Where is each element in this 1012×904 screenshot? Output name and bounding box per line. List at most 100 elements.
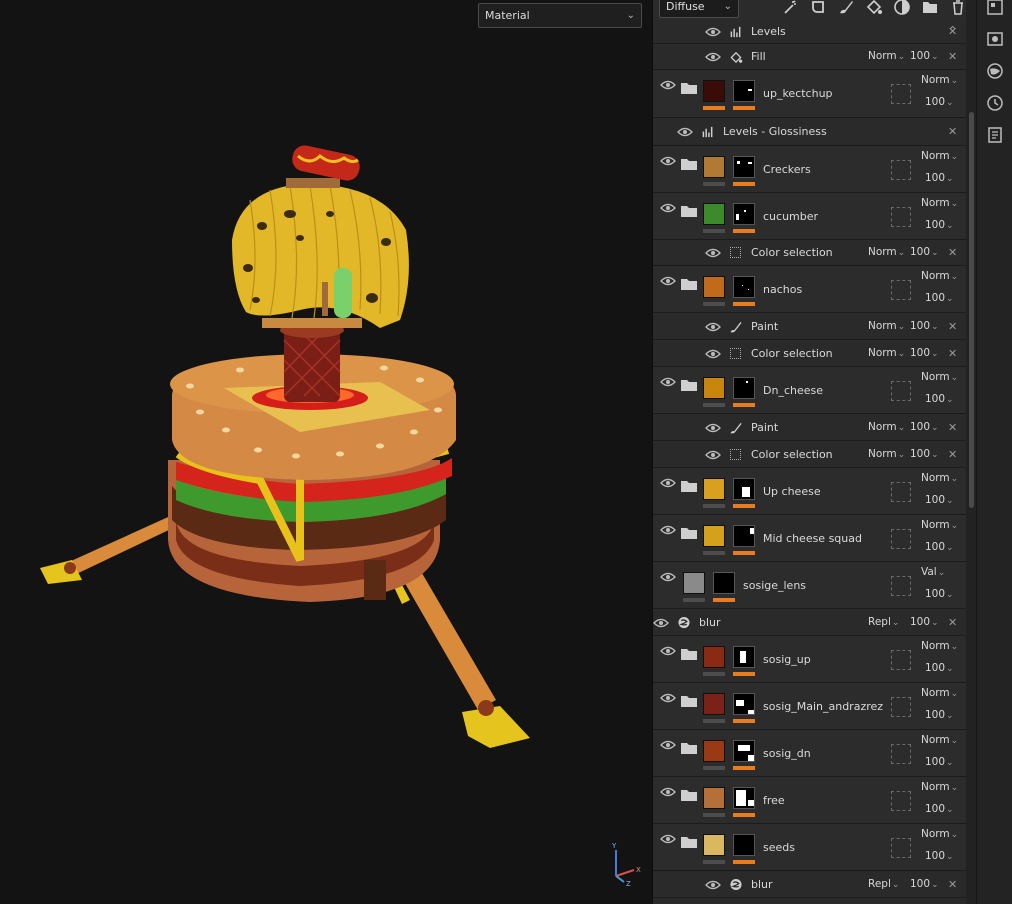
visibility-eye-icon[interactable] — [660, 572, 676, 582]
effect-row[interactable]: blur Repl⌄ 100⌄ ✕ — [653, 871, 966, 898]
3d-viewport[interactable]: Material ⌄ Y X Z — [0, 0, 652, 904]
blend-mode-select[interactable]: Norm⌄ — [921, 519, 958, 531]
layer-mask-thumbnail[interactable] — [733, 203, 755, 225]
effect-row[interactable]: Color selection Norm⌄ 100⌄ ✕ — [653, 240, 966, 266]
visibility-eye-icon[interactable] — [660, 646, 676, 656]
layer-row[interactable]: Mid cheese squad Norm⌄ 100⌄ — [653, 515, 966, 562]
blend-mode-select[interactable]: Norm⌄ — [868, 421, 905, 433]
opacity-field[interactable]: 100⌄ — [925, 292, 954, 304]
layer-mask-thumbnail[interactable] — [733, 276, 755, 298]
close-icon[interactable]: ✕ — [948, 448, 957, 461]
opacity-field[interactable]: 100⌄ — [910, 320, 939, 332]
visibility-eye-icon[interactable] — [653, 618, 669, 628]
layer-name[interactable]: Up cheese — [763, 485, 821, 498]
layer-row[interactable]: Dn_cheese Norm⌄ 100⌄ — [653, 367, 966, 414]
layer-name[interactable]: sosig_up — [763, 653, 811, 666]
history-icon[interactable] — [986, 94, 1004, 112]
blend-mode-select[interactable]: Norm⌄ — [921, 472, 958, 484]
layer-thumbnail[interactable] — [703, 156, 725, 178]
layer-row[interactable]: free Norm⌄ 100⌄ — [653, 777, 966, 824]
blend-mode-select[interactable]: Norm⌄ — [921, 640, 958, 652]
visibility-eye-icon[interactable] — [660, 740, 676, 750]
opacity-field[interactable]: 100⌄ — [910, 246, 939, 258]
visibility-eye-icon[interactable] — [705, 322, 721, 332]
visibility-eye-icon[interactable] — [660, 377, 676, 387]
opacity-field[interactable]: 100⌄ — [925, 172, 954, 184]
layer-mask-thumbnail[interactable] — [733, 478, 755, 500]
opacity-field[interactable]: 100⌄ — [910, 347, 939, 359]
blend-mode-select[interactable]: Norm⌄ — [921, 734, 958, 746]
layer-mask-thumbnail[interactable] — [733, 646, 755, 668]
opacity-field[interactable]: 100⌄ — [910, 448, 939, 460]
layer-row[interactable]: cucumber Norm⌄ 100⌄ — [653, 193, 966, 240]
close-icon[interactable]: ✕ — [948, 50, 957, 63]
opacity-field[interactable]: 100⌄ — [925, 850, 954, 862]
close-icon[interactable]: ✕ — [948, 616, 957, 629]
visibility-eye-icon[interactable] — [705, 248, 721, 258]
effect-row[interactable]: Levels - Glossiness ✕ — [653, 118, 966, 146]
log-icon[interactable] — [986, 126, 1004, 144]
layer-mask-thumbnail[interactable] — [733, 740, 755, 762]
scrollbar-thumb[interactable] — [969, 112, 974, 508]
layer-thumbnail[interactable] — [703, 525, 725, 547]
layer-name[interactable]: Mid cheese squad — [763, 532, 862, 545]
material-dropdown[interactable]: Material ⌄ — [478, 3, 642, 28]
visibility-eye-icon[interactable] — [705, 423, 721, 433]
effect-row[interactable]: Color selection Norm⌄ 100⌄ ✕ — [653, 340, 966, 367]
opacity-field[interactable]: 100⌄ — [910, 50, 939, 62]
layer-mask-thumbnail[interactable] — [733, 525, 755, 547]
layer-row[interactable]: sosig_up Norm⌄ 100⌄ — [653, 636, 966, 683]
blend-mode-select[interactable]: Norm⌄ — [868, 448, 905, 460]
close-icon[interactable]: ✕ — [948, 878, 957, 891]
layer-mask-thumbnail[interactable] — [733, 787, 755, 809]
opacity-field[interactable]: 100⌄ — [925, 756, 954, 768]
visibility-eye-icon[interactable] — [660, 478, 676, 488]
layer-row[interactable]: sosig_dn Norm⌄ 100⌄ — [653, 730, 966, 777]
blend-mode-select[interactable]: Val⌄ — [921, 566, 945, 578]
blend-mode-select[interactable]: Norm⌄ — [921, 687, 958, 699]
layer-name[interactable]: Creckers — [763, 163, 811, 176]
visibility-eye-icon[interactable] — [677, 127, 693, 137]
blend-mode-select[interactable]: Norm⌄ — [868, 246, 905, 258]
layer-row[interactable]: sosig_Main_andrazrez Norm⌄ 100⌄ — [653, 683, 966, 730]
opacity-field[interactable]: 100⌄ — [925, 803, 954, 815]
opacity-field[interactable]: 100⌄ — [925, 709, 954, 721]
visibility-eye-icon[interactable] — [660, 80, 676, 90]
layer-thumbnail[interactable] — [703, 276, 725, 298]
visibility-eye-icon[interactable] — [660, 525, 676, 535]
effect-row[interactable]: blur Repl⌄ 100⌄ ✕ — [653, 609, 966, 636]
layer-row[interactable]: nachos Norm⌄ 100⌄ — [653, 266, 966, 313]
add-effect-icon[interactable] — [781, 0, 799, 16]
blend-mode-select[interactable]: Norm⌄ — [921, 150, 958, 162]
effect-row[interactable]: Fill Norm⌄ 100⌄ ✕ — [653, 44, 966, 70]
effect-row[interactable]: Paint Norm⌄ 100⌄ ✕ — [653, 414, 966, 441]
visibility-eye-icon[interactable] — [660, 156, 676, 166]
layer-row[interactable]: Creckers Norm⌄ 100⌄ — [653, 146, 966, 193]
blend-mode-select[interactable]: Repl⌄ — [868, 616, 899, 628]
visibility-eye-icon[interactable] — [660, 203, 676, 213]
blend-mode-select[interactable]: Norm⌄ — [921, 74, 958, 86]
effect-row[interactable]: Levels ✕ ⌃ — [653, 20, 966, 44]
delete-layer-icon[interactable] — [949, 0, 966, 16]
add-fill-icon[interactable] — [865, 0, 883, 16]
opacity-field[interactable]: 100⌄ — [925, 541, 954, 553]
layer-mask-thumbnail[interactable] — [733, 377, 755, 399]
close-icon[interactable]: ✕ — [948, 347, 957, 360]
visibility-eye-icon[interactable] — [705, 52, 721, 62]
visibility-eye-icon[interactable] — [705, 880, 721, 890]
layer-scrollbar[interactable] — [966, 0, 976, 904]
visibility-eye-icon[interactable] — [705, 27, 721, 37]
opacity-field[interactable]: 100⌄ — [910, 421, 939, 433]
close-icon[interactable]: ✕ — [948, 421, 957, 434]
blend-mode-select[interactable]: Norm⌄ — [921, 371, 958, 383]
opacity-field[interactable]: 100⌄ — [925, 662, 954, 674]
layer-thumbnail[interactable] — [703, 693, 725, 715]
layer-mask-thumbnail[interactable] — [733, 80, 755, 102]
layer-row[interactable]: up_kectchup Norm⌄ 100⌄ — [653, 70, 966, 118]
blend-mode-select[interactable]: Norm⌄ — [921, 828, 958, 840]
layer-row[interactable]: seeds Norm⌄ 100⌄ — [653, 824, 966, 871]
layer-thumbnail[interactable] — [703, 80, 725, 102]
blend-mode-select[interactable]: Norm⌄ — [868, 320, 905, 332]
effect-row[interactable]: Paint Norm⌄ 100⌄ ✕ — [653, 313, 966, 340]
layer-name[interactable]: Dn_cheese — [763, 384, 823, 397]
